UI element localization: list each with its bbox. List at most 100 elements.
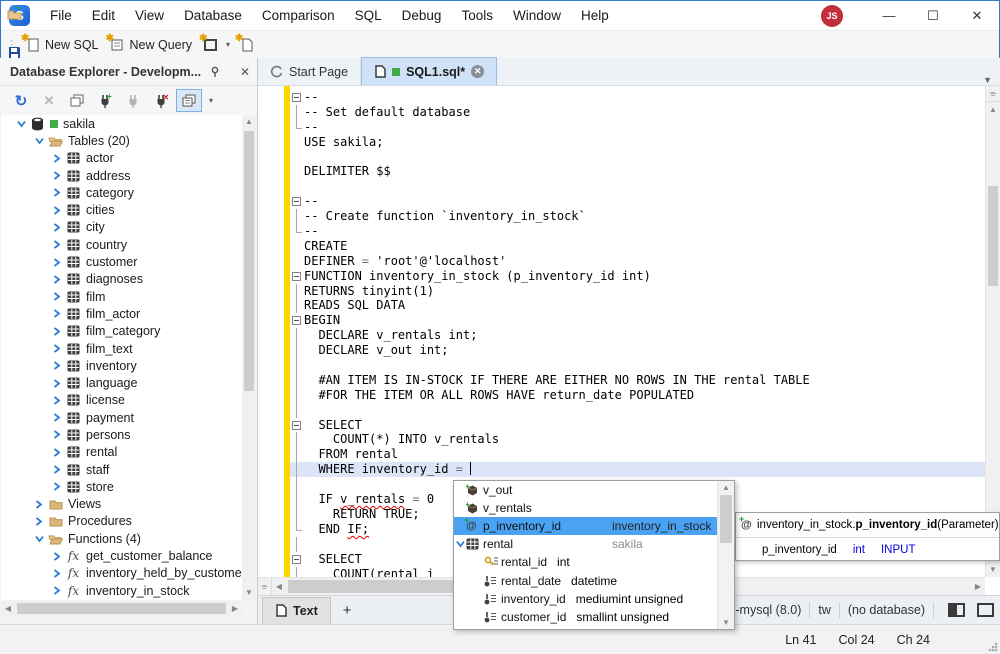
chevron-down-icon[interactable]	[456, 540, 466, 548]
chevron-down-icon[interactable]	[15, 120, 27, 128]
fold-collapse-icon[interactable]	[290, 269, 304, 284]
tree-item-tables-20-[interactable]: Tables (20)	[1, 132, 242, 149]
tree-item-cities[interactable]: cities	[1, 201, 242, 218]
add-view-button[interactable]: +	[331, 602, 364, 619]
tree-item-store[interactable]: store	[1, 478, 242, 495]
tree-item-license[interactable]: license	[1, 392, 242, 409]
autocomplete-item-rental[interactable]: rentalsakila	[454, 535, 734, 553]
menu-tools[interactable]: Tools	[451, 1, 503, 30]
split-editor-handle[interactable]: ⌯	[986, 86, 1000, 102]
minimize-button[interactable]: —	[867, 1, 911, 30]
code-line[interactable]: #AN ITEM IS IN-STOCK IF THERE ARE EITHER…	[290, 373, 985, 388]
chevron-right-icon[interactable]	[51, 448, 63, 457]
tree-item-sakila[interactable]: sakila	[1, 115, 242, 132]
chevron-right-icon[interactable]	[51, 154, 63, 163]
transaction-indicator[interactable]: tw	[818, 603, 831, 617]
chevron-right-icon[interactable]	[51, 430, 63, 439]
tree-item-get-customer-balance[interactable]: fxget_customer_balance	[1, 547, 242, 564]
chevron-right-icon[interactable]	[51, 327, 63, 336]
new-document-button[interactable]: ✱	[233, 33, 259, 57]
tree-item-category[interactable]: category	[1, 184, 242, 201]
duplicate-window-button[interactable]	[64, 89, 90, 112]
autocomplete-item-v_out[interactable]: +v_out	[454, 481, 734, 499]
code-line[interactable]: USE sakila;	[290, 135, 985, 150]
code-line[interactable]: DELIMITER $$	[290, 164, 985, 179]
fold-collapse-icon[interactable]	[290, 418, 304, 433]
chevron-right-icon[interactable]	[51, 396, 63, 405]
code-line[interactable]: -- Set default database	[290, 105, 985, 120]
maximize-button[interactable]: ☐	[911, 1, 955, 30]
tree-vscrollbar[interactable]: ▲ ▼	[242, 115, 256, 600]
code-line[interactable]: READS SQL DATA	[290, 298, 985, 313]
tree-item-inventory-in-stock[interactable]: fxinventory_in_stock	[1, 582, 242, 599]
tree-item-film-text[interactable]: film_text	[1, 340, 242, 357]
chevron-right-icon[interactable]	[51, 586, 63, 595]
disconnect-button[interactable]: ✕	[148, 89, 174, 112]
text-view-tab[interactable]: Text	[262, 597, 331, 624]
new-connection-button[interactable]: +	[92, 89, 118, 112]
chevron-right-icon[interactable]	[51, 569, 63, 578]
menu-edit[interactable]: Edit	[82, 1, 125, 30]
close-button[interactable]: ✕	[955, 1, 999, 30]
chevron-right-icon[interactable]	[51, 240, 63, 249]
database-indicator[interactable]: (no database)	[848, 603, 925, 617]
chevron-right-icon[interactable]	[51, 379, 63, 388]
refresh-button[interactable]: ↻	[8, 89, 34, 112]
tree-item-film-actor[interactable]: film_actor	[1, 305, 242, 322]
menu-help[interactable]: Help	[571, 1, 619, 30]
fold-collapse-icon[interactable]	[290, 194, 304, 209]
layout-split-button[interactable]	[948, 603, 965, 617]
chevron-right-icon[interactable]	[51, 275, 63, 284]
tab-sql1[interactable]: SQL1.sql* ✕	[361, 57, 497, 85]
code-line[interactable]: BEGIN	[290, 313, 985, 328]
code-line[interactable]: CREATE	[290, 239, 985, 254]
show-documents-button[interactable]	[176, 89, 202, 112]
menu-file[interactable]: File	[40, 1, 82, 30]
chevron-right-icon[interactable]	[51, 482, 63, 491]
autocomplete-item-inventory_id[interactable]: inventory_idmediumint unsigned	[454, 590, 734, 608]
tree-item-country[interactable]: country	[1, 236, 242, 253]
fold-collapse-icon[interactable]	[290, 90, 304, 105]
chevron-right-icon[interactable]	[51, 171, 63, 180]
connection-name[interactable]: -mysql (8.0)	[735, 603, 801, 617]
chevron-right-icon[interactable]	[33, 500, 45, 509]
autocomplete-item-customer_id[interactable]: customer_idsmallint unsigned	[454, 608, 734, 626]
tree-item-actor[interactable]: actor	[1, 150, 242, 167]
code-line[interactable]: COUNT(*) INTO v_rentals	[290, 432, 985, 447]
tree-item-payment[interactable]: payment	[1, 409, 242, 426]
tree-item-procedures[interactable]: Procedures	[1, 513, 242, 530]
autocomplete-item-rental_id[interactable]: rental_idint	[454, 553, 734, 571]
fold-collapse-icon[interactable]	[290, 313, 304, 328]
fold-collapse-icon[interactable]	[290, 552, 304, 567]
chevron-right-icon[interactable]	[51, 413, 63, 422]
chevron-right-icon[interactable]	[51, 206, 63, 215]
tab-start-page[interactable]: Start Page	[258, 58, 361, 85]
pin-icon[interactable]	[209, 66, 233, 78]
menu-window[interactable]: Window	[503, 1, 571, 30]
code-line[interactable]: --	[290, 224, 985, 239]
tree-item-film[interactable]: film	[1, 288, 242, 305]
tree-item-inventory[interactable]: inventory	[1, 357, 242, 374]
explorer-toolbar-caret-icon[interactable]: ▾	[206, 96, 216, 105]
current-code-line[interactable]: WHERE inventory_id =	[290, 462, 985, 477]
tree-item-address[interactable]: address	[1, 167, 242, 184]
autocomplete-item-v_rentals[interactable]: +v_rentals	[454, 499, 734, 517]
code-line[interactable]: FROM rental	[290, 447, 985, 462]
tree-item-diagnoses[interactable]: diagnoses	[1, 271, 242, 288]
chevron-right-icon[interactable]	[51, 223, 63, 232]
chevron-right-icon[interactable]	[51, 344, 63, 353]
tree-item-views[interactable]: Views	[1, 496, 242, 513]
new-window-button[interactable]: ✱	[197, 33, 223, 57]
tree-item-film-category[interactable]: film_category	[1, 323, 242, 340]
code-line[interactable]: --	[290, 90, 985, 105]
tree-item-rental[interactable]: rental	[1, 444, 242, 461]
chevron-right-icon[interactable]	[51, 552, 63, 561]
code-line[interactable]: #FOR THE ITEM OR ALL ROWS HAVE return_da…	[290, 388, 985, 403]
tree-hscrollbar[interactable]: ◀ ▶	[1, 601, 242, 616]
tree-item-functions-4-[interactable]: Functions (4)	[1, 530, 242, 547]
chevron-right-icon[interactable]	[51, 292, 63, 301]
new-window-caret-icon[interactable]: ▾	[223, 40, 233, 49]
code-line[interactable]: DECLARE v_out int;	[290, 343, 985, 358]
tree-item-inventory-held-by-customer[interactable]: fxinventory_held_by_customer	[1, 565, 242, 582]
tab-list-caret-icon[interactable]: ▼	[983, 75, 1000, 85]
